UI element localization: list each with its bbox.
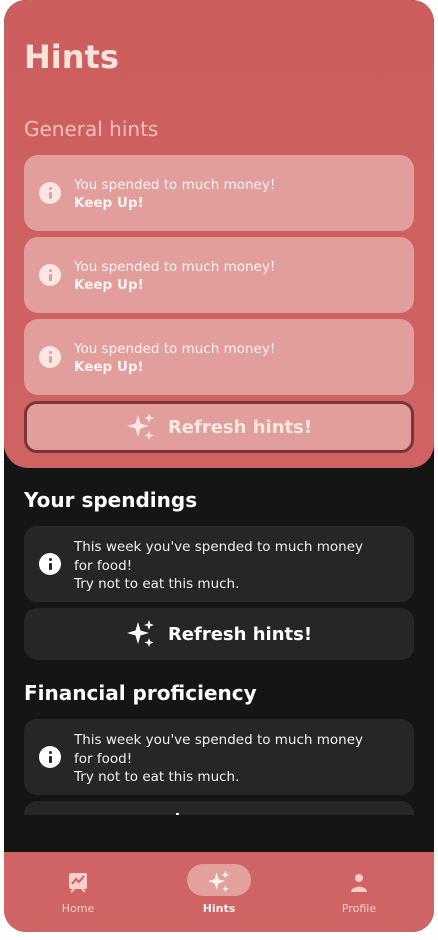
spending-text: This week you've spended to much money f… xyxy=(74,539,364,592)
refresh-hints-label: Refresh hints! xyxy=(167,416,313,438)
hint-card: You spended to much money! Keep Up! xyxy=(24,237,414,313)
hint-text: You spended to much money! xyxy=(74,341,276,357)
hint-subtext: Keep Up! xyxy=(74,359,144,375)
info-icon xyxy=(39,746,61,768)
info-icon xyxy=(39,264,61,286)
hint-subtext: Keep Up! xyxy=(74,277,144,293)
financial-card: This week you've spended to much money f… xyxy=(24,719,414,795)
nav-label-home: Home xyxy=(61,902,95,915)
page-title: Hints xyxy=(24,38,119,76)
nav-label-hints: Hints xyxy=(202,902,236,915)
info-icon xyxy=(39,182,61,204)
person-icon xyxy=(351,874,367,892)
sparkles-icon xyxy=(207,870,230,893)
partial-card xyxy=(24,801,414,815)
financial-text: This week you've spended to much money f… xyxy=(74,732,364,785)
spendings-heading: Your spendings xyxy=(24,488,198,512)
nav-item-hints[interactable]: Hints xyxy=(169,852,269,932)
hints-header-panel: Hints General hints You spended to much … xyxy=(4,0,434,468)
info-icon xyxy=(39,346,61,368)
chart-icon xyxy=(69,873,87,893)
sparkles-icon xyxy=(126,413,154,440)
info-icon xyxy=(39,553,61,575)
hint-card: You spended to much money! Keep Up! xyxy=(24,319,414,395)
refresh-spendings-label: Refresh hints! xyxy=(167,623,313,645)
general-hints-heading: General hints xyxy=(24,117,159,141)
hint-card: You spended to much money! Keep Up! xyxy=(24,155,414,231)
app-screen: Hints General hints You spended to much … xyxy=(4,0,434,932)
nav-label-profile: Profile xyxy=(341,902,377,915)
nav-item-home[interactable]: Home xyxy=(28,852,128,932)
refresh-spendings-button[interactable]: Refresh hints! xyxy=(24,608,414,660)
sparkles-icon xyxy=(126,620,154,647)
hint-text: You spended to much money! xyxy=(74,259,276,275)
nav-item-profile[interactable]: Profile xyxy=(309,852,409,932)
spending-card: This week you've spended to much money f… xyxy=(24,526,414,602)
bottom-nav: Home Hints Profile xyxy=(4,852,434,932)
hint-text: You spended to much money! xyxy=(74,177,276,193)
hint-subtext: Keep Up! xyxy=(74,195,144,211)
financial-heading: Financial proficiency xyxy=(24,681,257,705)
refresh-hints-button[interactable]: Refresh hints! xyxy=(24,401,414,453)
